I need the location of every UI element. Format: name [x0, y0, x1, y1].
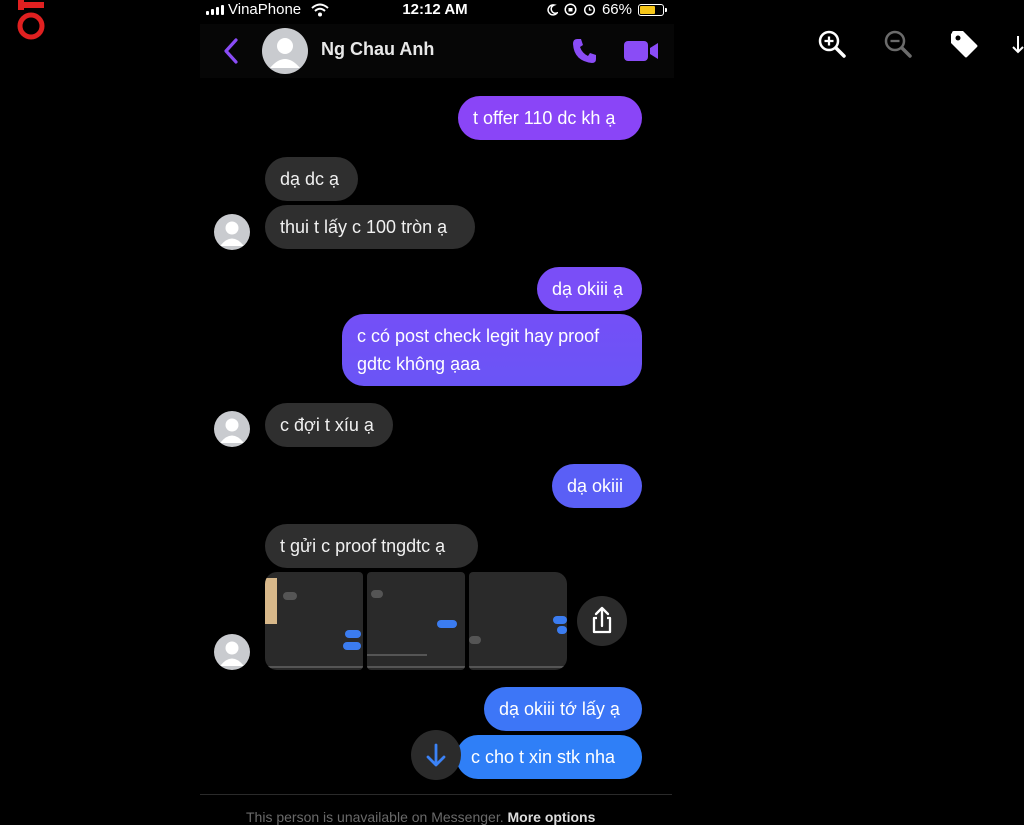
- message-incoming[interactable]: dạ dc ạ: [265, 157, 358, 201]
- tag-icon[interactable]: [948, 28, 980, 60]
- status-bar: VinaPhone 12:12 AM 66%: [196, 0, 674, 22]
- sender-avatar[interactable]: [214, 411, 250, 447]
- message-outgoing[interactable]: c có post check legit hay proof gdtc khô…: [342, 314, 642, 386]
- download-icon[interactable]: [1012, 28, 1024, 60]
- contact-avatar[interactable]: [262, 28, 308, 74]
- arrow-down-icon: [426, 743, 446, 767]
- phone-call-icon[interactable]: [570, 36, 600, 66]
- moon-icon: [547, 3, 558, 16]
- share-icon: [592, 606, 612, 634]
- zoom-in-icon[interactable]: [816, 28, 848, 60]
- app-logo: [17, 0, 45, 40]
- battery-icon: [638, 3, 667, 16]
- message-incoming[interactable]: c đợi t xíu ạ: [265, 403, 393, 447]
- scroll-to-bottom-button[interactable]: [411, 730, 461, 780]
- orientation-lock-icon: [564, 3, 577, 16]
- unavailable-text: This person is unavailable on Messenger.: [246, 809, 504, 825]
- message-outgoing[interactable]: t offer 110 dc kh ạ: [458, 96, 642, 140]
- message-line: c có post check legit hay proof: [357, 326, 600, 346]
- message-incoming[interactable]: thui t lấy c 100 tròn ạ: [265, 205, 475, 249]
- more-options-link[interactable]: More options: [507, 809, 595, 825]
- share-button[interactable]: [577, 596, 627, 646]
- image-attachment[interactable]: [265, 572, 363, 670]
- message-outgoing[interactable]: dạ okiii: [552, 464, 642, 508]
- message-outgoing[interactable]: dạ okiii tớ lấy ạ: [484, 687, 642, 731]
- contact-name[interactable]: Ng Chau Anh: [321, 39, 434, 60]
- conversation-header: Ng Chau Anh: [200, 24, 674, 78]
- alarm-icon: [583, 4, 596, 16]
- zoom-out-icon[interactable]: [882, 28, 914, 60]
- composer-divider: [200, 794, 672, 795]
- video-call-icon[interactable]: [622, 36, 660, 66]
- sender-avatar[interactable]: [214, 214, 250, 250]
- message-outgoing[interactable]: dạ okiii ạ: [537, 267, 642, 311]
- message-outgoing[interactable]: c cho t xin stk nha: [456, 735, 642, 779]
- battery-percent: 66%: [601, 1, 632, 18]
- unavailable-notice: This person is unavailable on Messenger.…: [246, 809, 595, 825]
- sender-avatar[interactable]: [214, 634, 250, 670]
- message-incoming[interactable]: t gửi c proof tngdtc ạ: [265, 524, 478, 568]
- image-attachment[interactable]: [469, 572, 567, 670]
- message-line: gdtc không ạaa: [357, 354, 481, 374]
- image-attachment[interactable]: [367, 572, 465, 670]
- back-chevron-icon[interactable]: [220, 37, 242, 65]
